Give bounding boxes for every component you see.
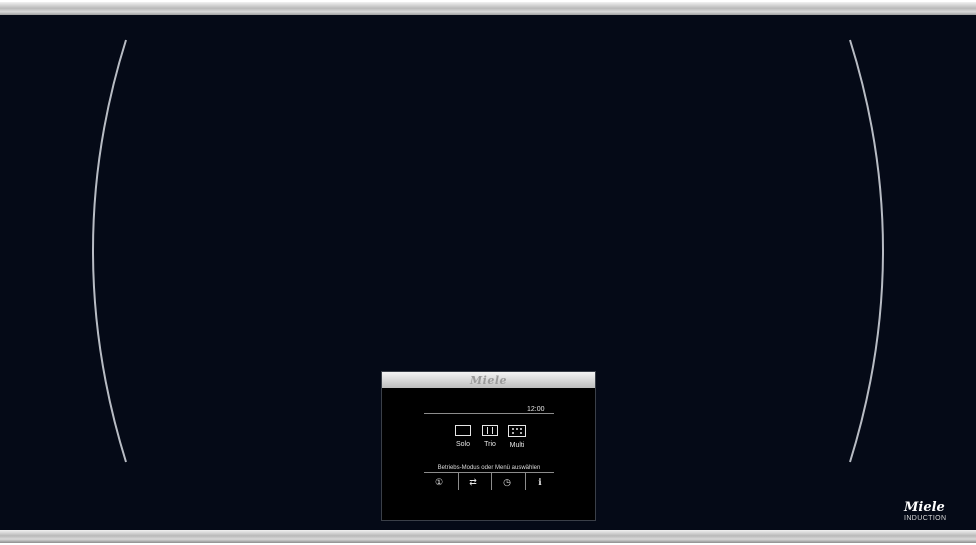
brand-subtitle: INDUCTION xyxy=(904,515,947,522)
prompt-divider xyxy=(424,472,554,473)
clock[interactable]: 12:00 xyxy=(527,406,545,413)
info-button[interactable]: ℹ xyxy=(525,475,555,489)
brand-name: Miele xyxy=(904,500,945,515)
left-zone-arc xyxy=(92,39,127,463)
time-divider xyxy=(424,413,554,414)
mode-prompt: Betriebs-Modus oder Menü auswählen xyxy=(437,465,541,471)
power-button[interactable]: ① xyxy=(424,475,454,489)
mode-solo-button[interactable]: Solo xyxy=(450,425,476,448)
multi-icon xyxy=(508,425,526,437)
right-zone-arc xyxy=(849,39,884,463)
settings-button[interactable]: ⇄ xyxy=(458,475,488,489)
control-panel: Miele 12:00 Solo Trio Multi Betriebs-Mod… xyxy=(381,371,596,521)
timer-button[interactable]: ◷ xyxy=(492,475,522,489)
panel-logo: Miele xyxy=(469,374,508,387)
induction-cooktop: Miele 12:00 Solo Trio Multi Betriebs-Mod… xyxy=(0,0,976,545)
trio-icon xyxy=(482,425,498,436)
mode-solo-label: Solo xyxy=(455,441,470,448)
mode-trio-label: Trio xyxy=(484,441,496,448)
mode-multi-button[interactable]: Multi xyxy=(504,425,530,449)
mode-multi-label: Multi xyxy=(509,442,525,449)
mode-trio-button[interactable]: Trio xyxy=(477,425,503,448)
panel-header: Miele xyxy=(382,372,595,388)
solo-icon xyxy=(455,425,471,436)
brand-badge: Miele INDUCTION xyxy=(904,501,964,522)
